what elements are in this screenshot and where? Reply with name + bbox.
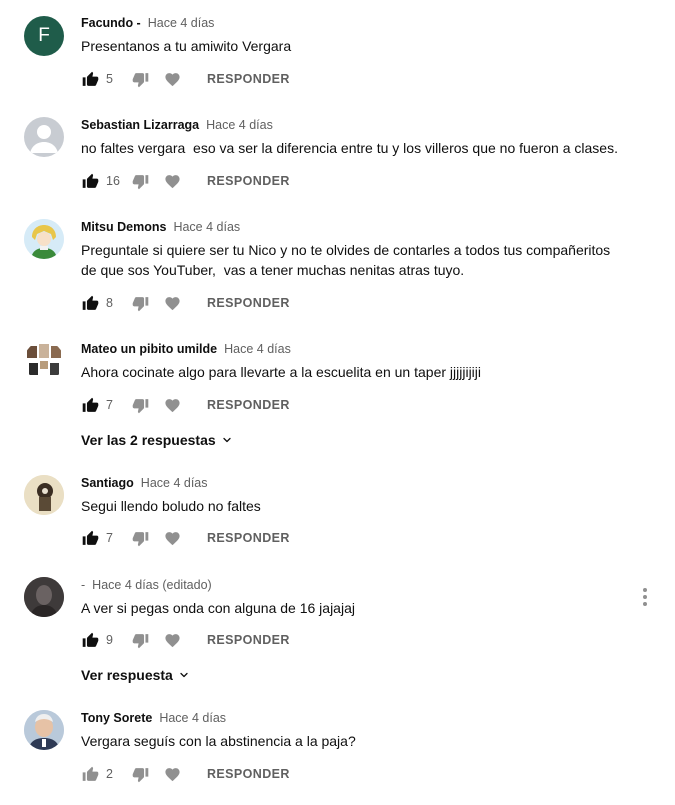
comment-header: Santiago Hace 4 días bbox=[81, 475, 208, 491]
comment-actions: 7 RESPONDER bbox=[81, 528, 290, 548]
thumbs-up-icon[interactable] bbox=[81, 294, 99, 312]
photo-avatar bbox=[24, 710, 64, 750]
author-name[interactable]: Mitsu Demons bbox=[81, 220, 166, 234]
comment-text: no faltes vergara eso va ser la diferenc… bbox=[81, 140, 618, 156]
comment-header: - Hace 4 días (editado) bbox=[81, 577, 212, 593]
view-replies-label: Ver las 2 respuestas bbox=[81, 432, 216, 448]
comment-text: Presentanos a tu amiwito Vergara bbox=[81, 38, 292, 54]
like-count: 16 bbox=[106, 174, 120, 188]
avatar[interactable] bbox=[24, 219, 64, 259]
avatar[interactable] bbox=[24, 475, 64, 515]
thumbs-down-icon[interactable] bbox=[131, 70, 149, 88]
reply-button[interactable]: RESPONDER bbox=[207, 174, 290, 188]
heart-icon[interactable] bbox=[163, 631, 181, 649]
heart-icon[interactable] bbox=[163, 294, 181, 312]
comment-text: Segui llendo boludo no faltes bbox=[81, 498, 261, 514]
author-name[interactable]: Facundo - bbox=[81, 16, 141, 30]
timestamp[interactable]: Hace 4 días bbox=[159, 711, 226, 725]
chevron-down-icon bbox=[178, 669, 190, 681]
reply-button[interactable]: RESPONDER bbox=[207, 72, 290, 86]
comment-text: Vergara seguís con la abstinencia a la p… bbox=[81, 733, 356, 749]
reply-button[interactable]: RESPONDER bbox=[207, 398, 290, 412]
comment-actions: 7 RESPONDER bbox=[81, 395, 290, 415]
avatar-letter: F bbox=[38, 25, 50, 46]
timestamp[interactable]: Hace 4 días bbox=[148, 16, 215, 30]
heart-icon[interactable] bbox=[163, 765, 181, 783]
author-name[interactable]: Santiago bbox=[81, 476, 134, 490]
thumbs-up-icon[interactable] bbox=[81, 529, 99, 547]
heart-icon[interactable] bbox=[163, 396, 181, 414]
collage-avatar bbox=[24, 341, 64, 381]
comment-actions: 16 RESPONDER bbox=[81, 171, 290, 191]
author-name[interactable]: - bbox=[81, 578, 85, 592]
avatar[interactable] bbox=[24, 710, 64, 750]
heart-icon[interactable] bbox=[163, 172, 181, 190]
avatar[interactable] bbox=[24, 341, 64, 381]
like-count: 2 bbox=[106, 767, 113, 781]
more-vert-icon[interactable] bbox=[636, 586, 654, 608]
comment-actions: 8 RESPONDER bbox=[81, 293, 290, 313]
author-name[interactable]: Tony Sorete bbox=[81, 711, 152, 725]
dark-photo-avatar bbox=[24, 577, 64, 617]
like-count: 7 bbox=[106, 398, 113, 412]
view-replies-button[interactable]: Ver las 2 respuestas bbox=[81, 430, 233, 450]
thumbs-down-icon[interactable] bbox=[131, 396, 149, 414]
comment-header: Mateo un pibito umilde Hace 4 días bbox=[81, 341, 291, 357]
comment-header: Facundo - Hace 4 días bbox=[81, 15, 214, 31]
timestamp[interactable]: Hace 4 días bbox=[224, 342, 291, 356]
comment-actions: 9 RESPONDER bbox=[81, 630, 290, 650]
author-name[interactable]: Mateo un pibito umilde bbox=[81, 342, 217, 356]
timestamp[interactable]: Hace 4 días (editado) bbox=[92, 578, 212, 592]
thumbs-down-icon[interactable] bbox=[131, 529, 149, 547]
timestamp[interactable]: Hace 4 días bbox=[141, 476, 208, 490]
comment-actions: 2 RESPONDER bbox=[81, 764, 290, 784]
thumbs-up-icon[interactable] bbox=[81, 172, 99, 190]
like-count: 7 bbox=[106, 531, 113, 545]
comment-header: Mitsu Demons Hace 4 días bbox=[81, 219, 240, 235]
thumbs-up-icon[interactable] bbox=[81, 631, 99, 649]
default-avatar-icon bbox=[30, 125, 58, 153]
like-count: 5 bbox=[106, 72, 113, 86]
avatar[interactable] bbox=[24, 577, 64, 617]
thumbs-up-icon[interactable] bbox=[81, 70, 99, 88]
comment-header: Tony Sorete Hace 4 días bbox=[81, 710, 226, 726]
comment-text: Preguntale si quiere ser tu Nico y no te… bbox=[81, 242, 611, 278]
reply-button[interactable]: RESPONDER bbox=[207, 296, 290, 310]
avatar[interactable]: F bbox=[24, 16, 64, 56]
chevron-down-icon bbox=[221, 434, 233, 446]
timestamp[interactable]: Hace 4 días bbox=[206, 118, 273, 132]
view-replies-button[interactable]: Ver respuesta bbox=[81, 665, 190, 685]
comment-text: Ahora cocinate algo para llevarte a la e… bbox=[81, 364, 482, 380]
thumbs-up-icon[interactable] bbox=[81, 765, 99, 783]
comment-header: Sebastian Lizarraga Hace 4 días bbox=[81, 117, 273, 133]
reply-button[interactable]: RESPONDER bbox=[207, 767, 290, 781]
thumbs-down-icon[interactable] bbox=[131, 172, 149, 190]
author-name[interactable]: Sebastian Lizarraga bbox=[81, 118, 199, 132]
thumbs-down-icon[interactable] bbox=[131, 631, 149, 649]
thumbs-down-icon[interactable] bbox=[131, 294, 149, 312]
like-count: 8 bbox=[106, 296, 113, 310]
comment-actions: 5 RESPONDER bbox=[81, 69, 290, 89]
comment-text: A ver si pegas onda con alguna de 16 jaj… bbox=[81, 600, 355, 616]
view-replies-label: Ver respuesta bbox=[81, 667, 173, 683]
heart-icon[interactable] bbox=[163, 529, 181, 547]
anime-character-avatar bbox=[24, 219, 64, 259]
reply-button[interactable]: RESPONDER bbox=[207, 531, 290, 545]
photo-avatar bbox=[24, 475, 64, 515]
timestamp[interactable]: Hace 4 días bbox=[173, 220, 240, 234]
reply-button[interactable]: RESPONDER bbox=[207, 633, 290, 647]
thumbs-down-icon[interactable] bbox=[131, 765, 149, 783]
thumbs-up-icon[interactable] bbox=[81, 396, 99, 414]
like-count: 9 bbox=[106, 633, 113, 647]
avatar[interactable] bbox=[24, 117, 64, 157]
heart-icon[interactable] bbox=[163, 70, 181, 88]
